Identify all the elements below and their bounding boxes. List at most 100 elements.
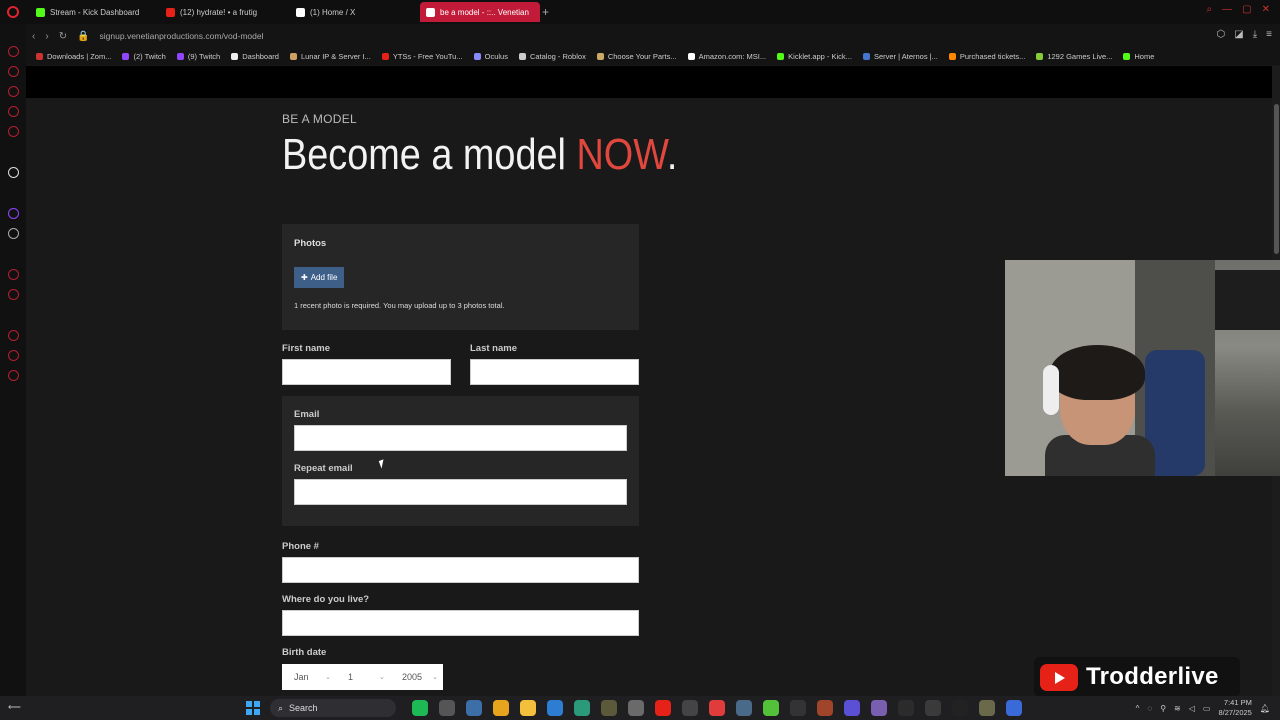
bookmark-item[interactable]: Lunar IP & Server I... [289,52,371,61]
taskbar-app-icon[interactable] [979,700,995,716]
browser-tab[interactable]: (1) Home / X [290,2,410,22]
minecraft-icon[interactable] [763,700,779,716]
download-icon[interactable]: ⤓ [1253,29,1257,40]
close-icon[interactable]: ✕ [1262,4,1270,15]
scrollbar-thumb[interactable] [1274,104,1279,254]
bookmark-label: Purchased tickets... [959,52,1026,61]
taskbar-app-icon[interactable] [574,700,590,716]
back-icon[interactable]: ‹ [32,31,35,42]
first-name-field[interactable] [282,359,451,385]
sidebar-app-icon[interactable] [7,330,19,341]
taskbar-app-icon[interactable] [817,700,833,716]
sidebar-app-icon[interactable] [7,370,19,381]
browser-tab[interactable]: be a model - ::.. Venetian [420,2,540,22]
sidebar-app-icon[interactable] [7,269,19,280]
email-field[interactable] [294,425,627,451]
bookmark-item[interactable]: 1292 Games Live... [1036,52,1112,61]
bookmark-favicon-icon [122,53,130,60]
sidebar-x-icon[interactable] [7,228,19,239]
clock-time: 7:41 PM [1223,698,1252,707]
profile-icon[interactable]: ◪ [1234,29,1243,40]
bookmark-item[interactable]: Kicklet.app - Kick... [777,52,852,61]
taskbar-app-icon[interactable] [952,700,968,716]
bookmark-label: Amazon.com: MSI... [698,52,767,61]
taskbar-app-icon[interactable] [682,700,698,716]
sidebar-app-icon[interactable] [7,46,19,57]
repeat-email-field[interactable] [294,479,627,505]
sidebar-app-icon[interactable] [7,350,19,361]
taskbar-app-icon[interactable] [601,700,617,716]
extensions-icon[interactable]: ⬡ [1217,29,1226,40]
location-field[interactable] [282,610,639,636]
clock[interactable]: 7:41 PM 8/27/2025 [1218,698,1251,718]
bookmark-item[interactable]: Home [1123,52,1154,61]
windows-start-icon[interactable] [246,701,260,715]
taskbar-app-icon[interactable] [1006,700,1022,716]
volume-icon[interactable]: ◁ [1189,704,1195,713]
network-icon[interactable]: ◌ [1147,704,1152,713]
bookmark-label: Server | Aternos |... [873,52,938,61]
url-field[interactable]: signup.venetianproductions.com/vod-model [100,31,264,41]
headline-accent: NOW [576,130,667,179]
bookmark-item[interactable]: Amazon.com: MSI... [687,52,767,61]
opera-logo-icon[interactable] [0,0,26,24]
sidebar-kick-icon[interactable] [7,167,19,178]
taskbar-app-icon[interactable] [736,700,752,716]
minimize-icon[interactable]: — [1222,4,1232,15]
taskbar-app-icon[interactable] [709,700,725,716]
taskbar-app-icon[interactable] [439,700,455,716]
menu-icon[interactable]: ≡ [1266,29,1272,40]
taskbar-app-icon[interactable] [790,700,806,716]
bookmark-item[interactable]: (9) Twitch [176,52,220,61]
birth-day-select[interactable]: 1 ⌄ [336,664,390,690]
sidebar-app-icon[interactable] [7,86,19,97]
taskbar-search[interactable]: ⌕ Search [270,699,396,717]
bookmark-item[interactable]: Dashboard [231,52,279,61]
sidebar-twitch-icon[interactable] [7,208,19,219]
wifi-icon[interactable]: ≋ [1174,704,1181,713]
editor-icon[interactable] [547,700,563,716]
new-tab-button[interactable]: + [542,5,549,19]
last-name-field[interactable] [470,359,639,385]
reload-icon[interactable]: ↻ [59,31,67,42]
sidebar-app-icon[interactable] [7,106,19,117]
youtube-app-icon[interactable] [655,700,671,716]
browser-tab[interactable]: Stream - Kick Dashboard [30,2,150,22]
mic-icon[interactable]: ⚲ [1160,704,1166,713]
restore-icon[interactable]: ▢ [1242,4,1251,15]
bookmark-item[interactable]: Choose Your Parts... [596,52,677,61]
spotify-icon[interactable] [412,700,428,716]
bookmark-item[interactable]: YTSs - Free YouTu... [381,52,463,61]
chevron-up-icon[interactable]: ^ [1136,704,1140,713]
taskbar-app-icon[interactable] [871,700,887,716]
taskbar-app-icon[interactable] [925,700,941,716]
taskbar-left-icon[interactable]: ⟵ [8,702,21,713]
bookmark-item[interactable]: (2) Twitch [122,52,166,61]
forward-icon[interactable]: › [45,31,48,42]
battery-icon[interactable]: ▭ [1203,704,1211,713]
phone-field[interactable] [282,557,639,583]
bookmark-item[interactable]: Purchased tickets... [948,52,1026,61]
birth-month-select[interactable]: Jan ⌄ [282,664,336,690]
add-file-button[interactable]: ✚ Add file [294,267,345,288]
browser-tab[interactable]: (12) hydrate! • a frutig [160,2,280,22]
bookmark-item[interactable]: Oculus [473,52,508,61]
bookmark-item[interactable]: Server | Aternos |... [862,52,938,61]
sidebar-app-icon[interactable] [7,289,19,300]
bookmark-item[interactable]: Downloads | Zom... [36,52,111,61]
sidebar-app-icon[interactable] [7,66,19,77]
bookmark-favicon-icon [381,53,389,60]
taskbar-app-icon[interactable] [466,700,482,716]
notification-icon[interactable]: 🔔︎ [1260,704,1270,713]
file-explorer-icon[interactable] [520,700,536,716]
search-icon[interactable]: ⌕ [1207,4,1213,15]
chrome-icon[interactable] [493,700,509,716]
search-icon: ⌕ [278,702,284,713]
taskbar-app-icon[interactable] [628,700,644,716]
bookmark-item[interactable]: Catalog - Roblox [518,52,586,61]
sidebar-app-icon[interactable] [7,126,19,137]
taskbar-app-icon[interactable] [844,700,860,716]
birth-year-select[interactable]: 2005 ⌄ [390,664,443,690]
taskbar-app-icon[interactable] [898,700,914,716]
birth-month-value: Jan [294,672,309,682]
